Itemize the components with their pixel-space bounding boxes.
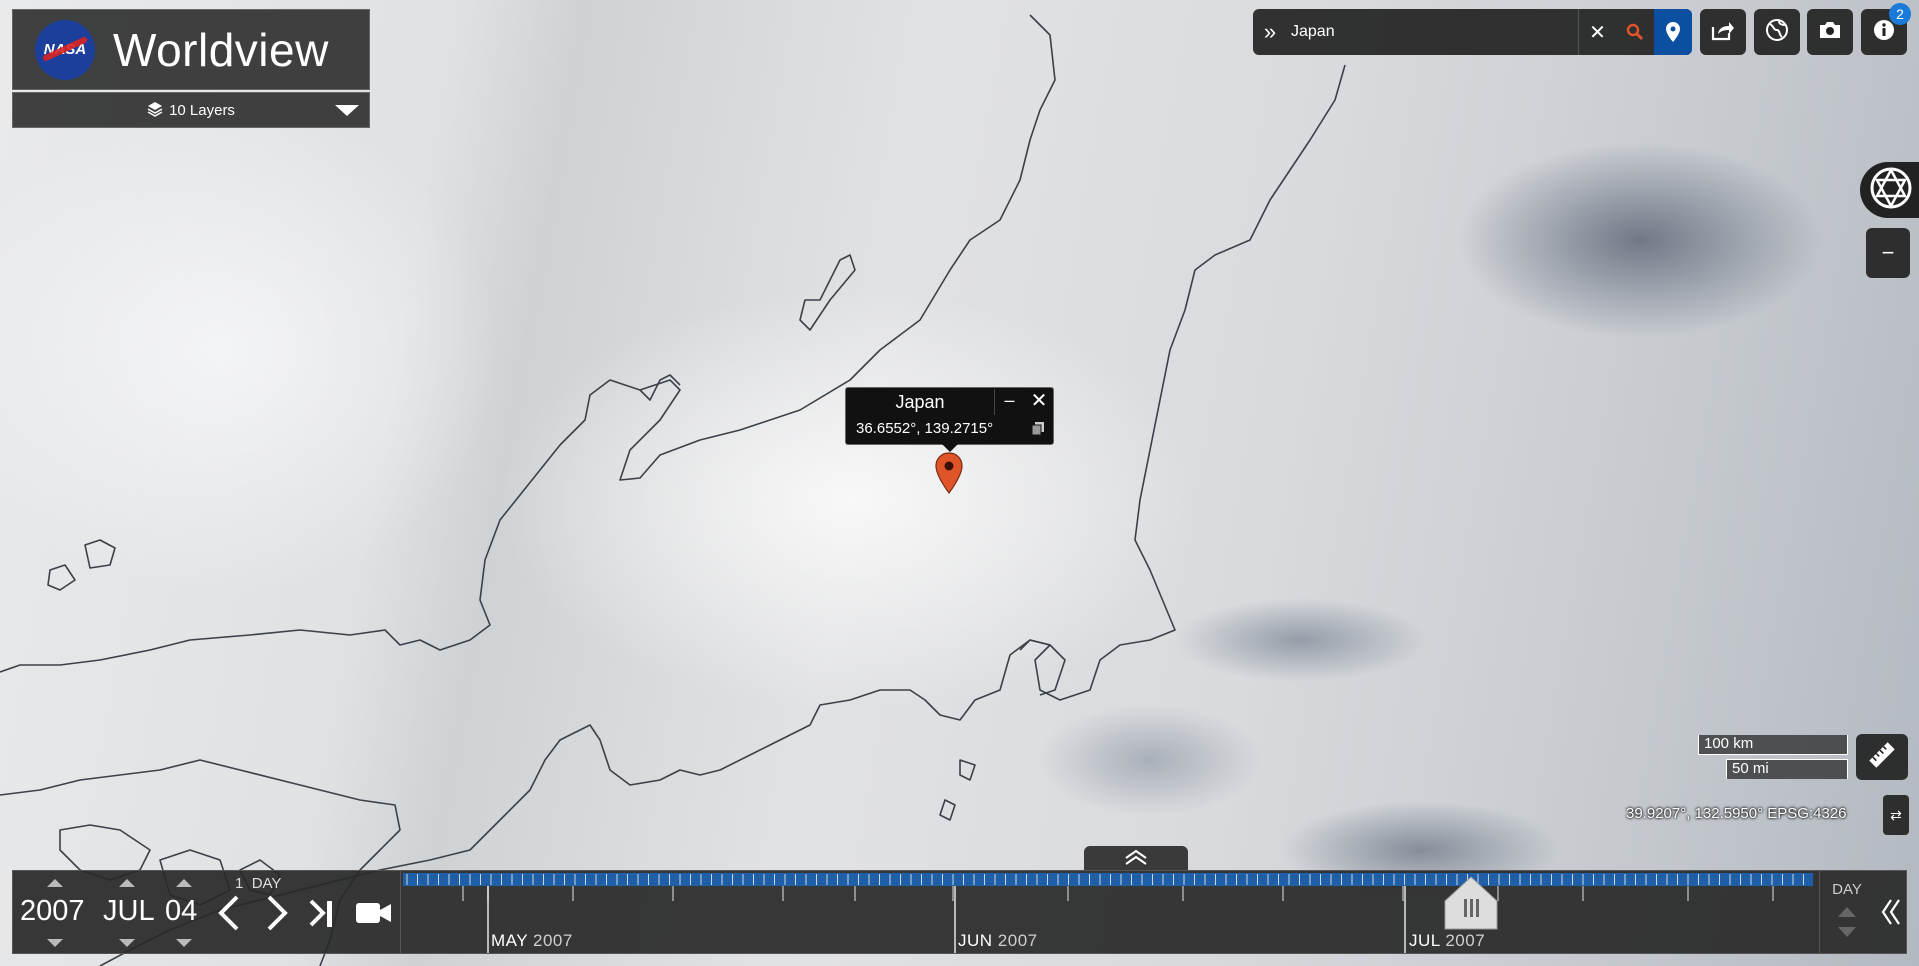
app-title: Worldview — [113, 23, 329, 76]
day-down-arrow-icon[interactable] — [176, 939, 192, 947]
info-icon — [1873, 19, 1895, 46]
location-pin-icon[interactable] — [1654, 9, 1692, 55]
timescale-up-icon[interactable] — [1838, 907, 1856, 917]
timescale-selector[interactable]: DAY — [1819, 871, 1873, 953]
animation-camera-icon[interactable] — [355, 893, 393, 943]
location-popup: Japan – ✕ 36.6552°, 139.2715° — [845, 387, 1054, 452]
clear-search-icon[interactable]: ✕ — [1578, 9, 1616, 55]
scale-mi: 50 mi — [1726, 759, 1848, 779]
month-field[interactable]: JUL — [103, 895, 155, 928]
location-marker-icon[interactable] — [935, 452, 963, 499]
swap-icon: ⇄ — [1890, 806, 1902, 823]
chevron-up-icon — [1124, 849, 1148, 868]
timeline-track[interactable]: MAY 2007 JUN 2007 JUL 2007 — [403, 871, 1813, 953]
timeline-handle[interactable] — [1443, 875, 1499, 930]
popup-tail — [942, 444, 958, 452]
polar-projection-icon — [1869, 166, 1913, 215]
minus-icon: − — [1881, 240, 1895, 265]
timeline-panel: 2007 JUL 04 1 DAY MAY 2007 JUN 2007 JUL … — [12, 870, 1907, 954]
day-up-arrow-icon[interactable] — [176, 879, 192, 887]
snapshot-button[interactable] — [1807, 9, 1853, 55]
layers-count-label: 10 Layers — [169, 101, 235, 119]
share-button[interactable] — [1700, 9, 1746, 55]
year-down-arrow-icon[interactable] — [47, 939, 63, 947]
timeline-collapse-icon[interactable] — [1875, 871, 1907, 953]
month-up-arrow-icon[interactable] — [119, 879, 135, 887]
popup-coordinates: 36.6552°, 139.2715° — [856, 420, 994, 437]
switch-projection-button[interactable] — [1860, 162, 1919, 218]
globe-icon — [1765, 18, 1789, 47]
cursor-coordinates: 39.9207°, 132.5950° EPSG:4326 — [1626, 805, 1847, 822]
year-field[interactable]: 2007 — [20, 895, 85, 928]
previous-day-icon[interactable] — [215, 893, 243, 943]
day-field[interactable]: 04 — [165, 895, 197, 928]
app-header: NASA Worldview — [12, 9, 370, 90]
collapse-search-icon[interactable]: » — [1253, 19, 1287, 45]
camera-icon — [1818, 20, 1842, 45]
month-down-arrow-icon[interactable] — [119, 939, 135, 947]
layers-toggle-button[interactable]: 10 Layers — [12, 92, 370, 128]
coordinate-format-button[interactable]: ⇄ — [1883, 795, 1909, 835]
chevron-down-icon[interactable] — [335, 105, 359, 116]
step-count: 1 — [235, 875, 244, 892]
step-unit: DAY — [251, 875, 282, 892]
search-input[interactable] — [1287, 23, 1578, 41]
year-up-arrow-icon[interactable] — [47, 879, 63, 887]
popup-title: Japan — [895, 392, 945, 412]
jump-to-today-icon[interactable] — [305, 893, 339, 943]
info-button[interactable]: 2 — [1861, 3, 1911, 55]
date-selector: 2007 JUL 04 1 DAY — [13, 871, 401, 953]
zoom-out-button[interactable]: − — [1866, 228, 1910, 278]
close-popup-icon[interactable]: ✕ — [1024, 389, 1054, 415]
timeline-ticks — [403, 873, 1813, 953]
nasa-logo[interactable]: NASA — [35, 19, 95, 80]
layers-stack-icon — [147, 101, 163, 120]
timeline-month-label: JUN 2007 — [958, 931, 1038, 950]
timeline-expand-button[interactable] — [1084, 846, 1188, 870]
ruler-icon — [1867, 740, 1897, 775]
timeline-month-label: MAY 2007 — [491, 931, 573, 950]
scale-bar: 100 km 50 mi — [1698, 735, 1848, 780]
timescale-label: DAY — [1832, 881, 1862, 898]
measure-button[interactable] — [1856, 734, 1908, 780]
next-day-icon[interactable] — [263, 893, 291, 943]
minimize-popup-icon[interactable]: – — [994, 389, 1024, 415]
timeline-month-label: JUL 2007 — [1409, 931, 1486, 950]
share-icon — [1711, 19, 1735, 46]
zoom-to-location-icon[interactable] — [1616, 9, 1654, 55]
notification-badge: 2 — [1889, 3, 1911, 25]
step-size-label[interactable]: 1 DAY — [235, 875, 281, 892]
scale-km: 100 km — [1698, 735, 1848, 755]
location-search-bar: » ✕ — [1253, 9, 1692, 55]
timescale-down-icon[interactable] — [1838, 927, 1856, 937]
projection-button[interactable] — [1754, 9, 1800, 55]
copy-icon[interactable] — [1031, 422, 1045, 439]
